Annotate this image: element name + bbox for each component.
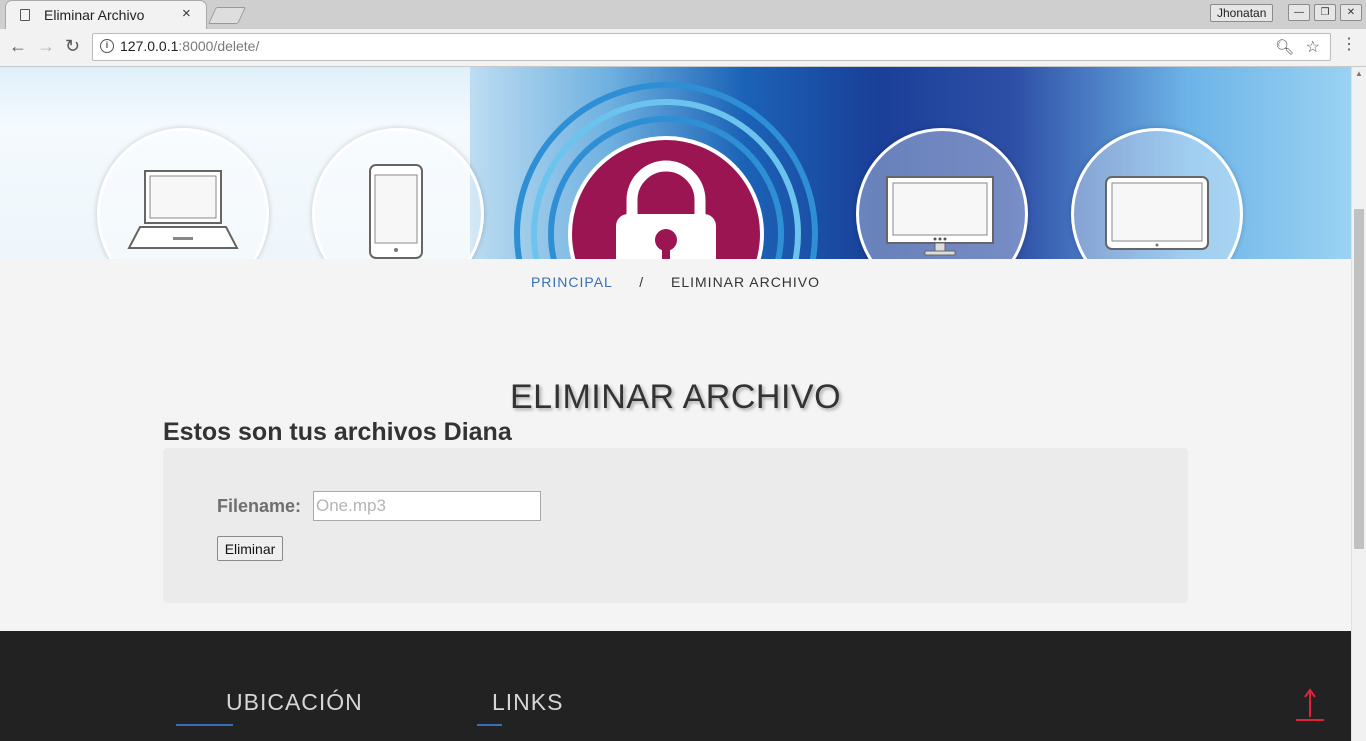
minimize-button[interactable]: —	[1288, 4, 1310, 21]
menu-icon[interactable]: ⋮	[1341, 37, 1357, 53]
page-icon	[20, 9, 30, 21]
tab-title: Eliminar Archivo	[44, 7, 145, 23]
scroll-thumb[interactable]	[1354, 209, 1364, 549]
address-bar[interactable]: i 127.0.0.1:8000/delete/ 🔍︎ ☆	[92, 33, 1331, 61]
phone-icon	[369, 164, 423, 259]
tablet-icon	[1105, 176, 1209, 250]
footer-location-underline	[176, 724, 233, 726]
footer-links-heading: LINKS	[492, 689, 564, 715]
lock-circle	[568, 136, 764, 259]
breadcrumb-separator: /	[639, 274, 645, 290]
breadcrumb: PRINCIPAL / ELIMINAR ARCHIVO	[0, 274, 1351, 290]
filename-input[interactable]	[313, 491, 541, 521]
window-close-button[interactable]: ✕	[1340, 4, 1362, 21]
browser-tab[interactable]: Eliminar Archivo ×	[6, 1, 206, 29]
zoom-icon[interactable]: 🔍︎	[1275, 38, 1294, 56]
restore-button[interactable]: ❐	[1314, 4, 1336, 21]
reload-button[interactable]: ↻	[65, 36, 80, 56]
delete-button[interactable]: Eliminar	[217, 536, 283, 561]
page-scrollbar[interactable]: ▲	[1351, 67, 1366, 741]
info-icon[interactable]: i	[100, 39, 114, 53]
scroll-up-icon[interactable]: ▲	[1355, 69, 1363, 78]
files-title: Estos son tus archivos Diana	[163, 418, 512, 446]
scroll-top-icon[interactable]	[1296, 687, 1324, 723]
breadcrumb-current: ELIMINAR ARCHIVO	[671, 274, 821, 290]
browser-toolbar: ← → ↻ i 127.0.0.1:8000/delete/ 🔍︎ ☆ ⋮	[0, 29, 1366, 67]
breadcrumb-home-link[interactable]: PRINCIPAL	[531, 274, 612, 290]
delete-form-panel: Filename: Eliminar	[163, 448, 1188, 603]
monitor-circle	[856, 128, 1028, 259]
star-icon[interactable]: ☆	[1306, 37, 1320, 57]
banner-image	[0, 67, 1351, 259]
page-title: ELIMINAR ARCHIVO	[509, 378, 842, 416]
tablet-circle	[1071, 128, 1243, 259]
tab-close-icon[interactable]: ×	[182, 5, 191, 22]
url-path: :8000/delete/	[178, 38, 260, 54]
filename-label: Filename:	[217, 496, 302, 516]
footer-links-underline	[477, 724, 502, 726]
back-button[interactable]: ←	[9, 36, 27, 56]
profile-button[interactable]: Jhonatan	[1210, 4, 1274, 22]
url-text[interactable]: 127.0.0.1:8000/delete/	[120, 38, 259, 54]
url-host: 127.0.0.1	[120, 38, 179, 54]
footer-location-heading: UBICACIÓN	[226, 689, 363, 715]
phone-circle	[312, 128, 484, 259]
lock-icon	[616, 160, 716, 259]
footer: UBICACIÓN LINKS	[0, 631, 1351, 741]
monitor-icon	[886, 176, 994, 256]
forward-button[interactable]: →	[37, 36, 55, 56]
new-tab-button[interactable]	[208, 7, 246, 24]
laptop-circle	[97, 128, 269, 259]
browser-tab-strip: Eliminar Archivo × Jhonatan — ❐ ✕	[0, 0, 1366, 29]
laptop-icon	[127, 170, 239, 249]
